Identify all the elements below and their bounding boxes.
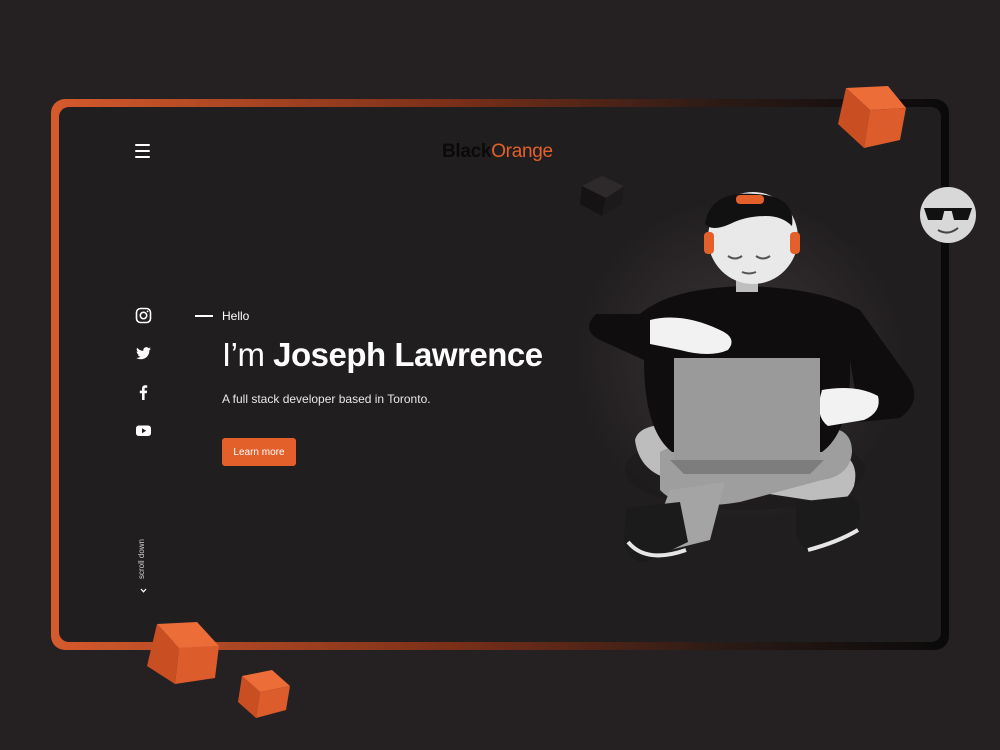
brand-logo-orange: Orange [491,141,553,162]
learn-more-button[interactable]: Learn more [222,438,296,466]
developer-character-illustration [588,192,915,562]
greeting-line [195,315,213,317]
greeting-text: Hello [222,309,250,323]
brand-logo[interactable]: BlackOrange [442,141,553,163]
hamburger-menu-button[interactable] [135,144,151,158]
orange-cube-bottom-left [147,622,219,684]
headline-name: Joseph Lawrence [273,336,543,373]
twitter-icon[interactable] [135,345,152,362]
hero-headline: I’m Joseph Lawrence [222,336,543,374]
sunglasses-emoji-icon [920,187,976,243]
orange-cube-top-right [838,86,906,148]
orange-cube-small [238,670,290,718]
instagram-icon[interactable] [135,307,152,324]
hero-tagline: A full stack developer based in Toronto. [222,392,431,406]
facebook-icon[interactable] [135,384,152,401]
chevron-down-icon[interactable] [139,586,148,595]
scroll-down-label[interactable]: scroll down [137,536,149,582]
headline-intro: I’m [222,336,265,373]
brand-logo-black: Black [442,141,492,162]
youtube-icon[interactable] [135,422,152,439]
